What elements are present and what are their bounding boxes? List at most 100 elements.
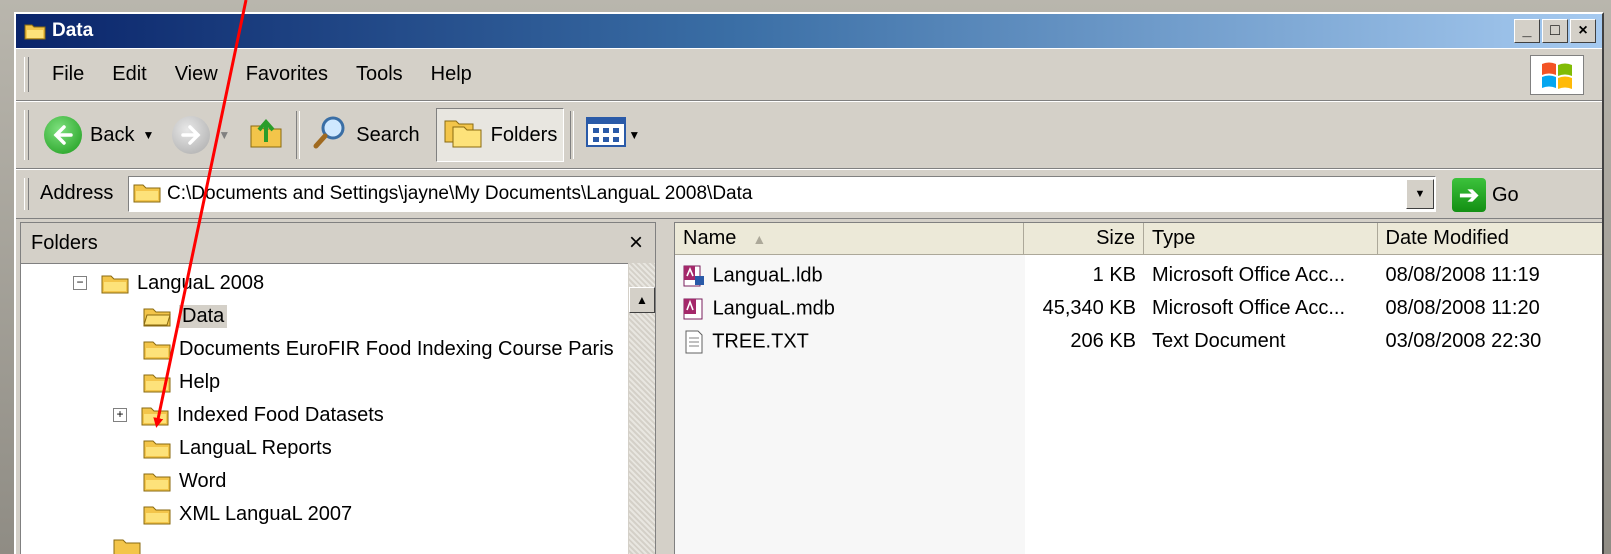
minimize-button[interactable]: _ bbox=[1514, 19, 1540, 43]
file-name-cell: LanguaL.mdb bbox=[675, 297, 1024, 321]
file-size: 1 KB bbox=[1092, 264, 1136, 286]
scroll-up-icon[interactable]: ▲ bbox=[629, 287, 655, 313]
folders-button[interactable]: Folders bbox=[435, 108, 565, 162]
file-name: TREE.TXT bbox=[712, 329, 809, 352]
views-icon bbox=[586, 117, 627, 153]
window-controls: _ □ × bbox=[1514, 19, 1596, 43]
file-name-cell: LanguaL.ldb bbox=[675, 264, 1024, 288]
column-header-date[interactable]: Date Modified bbox=[1377, 223, 1602, 255]
up-folder-button[interactable] bbox=[242, 108, 290, 162]
address-label: Address bbox=[40, 182, 114, 204]
toolbar-grip[interactable] bbox=[24, 57, 29, 92]
back-label: Back bbox=[90, 123, 135, 146]
search-button[interactable]: Search bbox=[306, 108, 425, 162]
tree-item[interactable]: + Indexed Food Datasets bbox=[113, 399, 384, 431]
folder-icon bbox=[113, 536, 141, 554]
go-arrow-icon: ➔ bbox=[1452, 178, 1486, 212]
back-dropdown-icon[interactable]: ▼ bbox=[142, 128, 154, 142]
folder-icon bbox=[143, 470, 171, 492]
title-bar[interactable]: Data _ □ × bbox=[16, 14, 1602, 48]
tree-item-label: Documents EuroFIR Food Indexing Course P… bbox=[179, 337, 614, 360]
column-header-type[interactable]: Type bbox=[1144, 223, 1378, 255]
tree-item-label: Indexed Food Datasets bbox=[177, 403, 384, 426]
expand-icon[interactable]: + bbox=[113, 408, 127, 422]
folders-pane-header: Folders × bbox=[21, 223, 655, 264]
tree-item-label: LanguaL 2008 bbox=[137, 271, 265, 294]
sort-ascending-icon: ▲ bbox=[752, 230, 767, 247]
column-label: Type bbox=[1152, 227, 1196, 249]
folder-tree: − LanguaL 2008 Data Documents EuroFIR Fo… bbox=[21, 263, 631, 554]
file-date: 08/08/2008 11:20 bbox=[1385, 297, 1540, 319]
table-row[interactable]: LanguaL.ldb 1 KB Microsoft Office Acc...… bbox=[675, 259, 1602, 292]
views-dropdown-icon[interactable]: ▼ bbox=[628, 128, 640, 142]
tree-item-partial[interactable] bbox=[113, 531, 149, 554]
menu-help[interactable]: Help bbox=[417, 63, 486, 86]
file-name: LanguaL.mdb bbox=[712, 296, 835, 319]
tree-item[interactable]: Word bbox=[143, 465, 226, 497]
toolbar-grip[interactable] bbox=[24, 178, 29, 210]
folders-pane: Folders × − LanguaL 2008 Data Documents … bbox=[20, 222, 656, 554]
tree-item[interactable]: XML LanguaL 2007 bbox=[143, 498, 352, 530]
folder-icon bbox=[141, 404, 169, 426]
folder-icon bbox=[143, 503, 171, 525]
file-size: 45,340 KB bbox=[1042, 297, 1136, 319]
menu-file[interactable]: File bbox=[38, 63, 98, 86]
folder-icon bbox=[143, 338, 171, 360]
folder-icon bbox=[101, 272, 129, 294]
folders-icon bbox=[443, 115, 483, 155]
forward-button[interactable]: ▼ bbox=[166, 108, 242, 162]
tree-item[interactable]: LanguaL Reports bbox=[143, 432, 332, 464]
table-row[interactable]: LanguaL.mdb 45,340 KB Microsoft Office A… bbox=[675, 292, 1602, 325]
toolbar-separator bbox=[296, 111, 301, 159]
file-date: 03/08/2008 22:30 bbox=[1385, 330, 1542, 352]
tree-item[interactable]: Documents EuroFIR Food Indexing Course P… bbox=[143, 333, 614, 365]
tree-item-label: Data bbox=[179, 304, 228, 328]
menu-favorites[interactable]: Favorites bbox=[232, 63, 342, 86]
file-list-pane: Name ▲ Size Type Date Modified LanguaL.l… bbox=[674, 222, 1602, 554]
address-input[interactable]: C:\Documents and Settings\jayne\My Docum… bbox=[128, 176, 1436, 212]
menu-edit[interactable]: Edit bbox=[98, 63, 160, 86]
windows-logo-icon bbox=[1530, 55, 1584, 95]
up-folder-icon bbox=[248, 114, 284, 156]
views-button[interactable]: ▼ bbox=[580, 108, 652, 162]
table-row[interactable]: TREE.TXT 206 KB Text Document 03/08/2008… bbox=[675, 325, 1602, 358]
open-folder-icon bbox=[143, 305, 171, 327]
column-label: Size bbox=[1096, 227, 1135, 249]
go-button[interactable]: ➔ Go bbox=[1452, 178, 1519, 212]
column-header-name[interactable]: Name ▲ bbox=[675, 223, 1025, 255]
folder-icon bbox=[143, 371, 171, 393]
folder-icon bbox=[133, 181, 161, 208]
search-icon bbox=[312, 114, 348, 156]
forward-dropdown-icon[interactable]: ▼ bbox=[218, 128, 230, 142]
explorer-window: Data _ □ × File Edit View Favorites Tool… bbox=[14, 12, 1604, 554]
column-label: Date Modified bbox=[1385, 227, 1509, 249]
file-date: 08/08/2008 11:19 bbox=[1385, 264, 1540, 286]
close-button[interactable]: × bbox=[1570, 19, 1596, 43]
close-pane-icon[interactable]: × bbox=[629, 229, 643, 257]
tree-item[interactable]: Help bbox=[143, 366, 220, 398]
folder-icon bbox=[24, 22, 46, 40]
back-button[interactable]: Back ▼ bbox=[38, 108, 166, 162]
maximize-button[interactable]: □ bbox=[1542, 19, 1568, 43]
column-header-size[interactable]: Size bbox=[1024, 223, 1144, 255]
file-size: 206 KB bbox=[1070, 330, 1136, 352]
tree-item-label: Help bbox=[179, 370, 221, 393]
tree-item-selected[interactable]: Data bbox=[143, 300, 228, 332]
menu-view[interactable]: View bbox=[161, 63, 232, 86]
tree-item[interactable]: − LanguaL 2008 bbox=[73, 267, 264, 299]
file-name-cell: TREE.TXT bbox=[675, 330, 1024, 354]
toolbar-grip[interactable] bbox=[24, 110, 29, 160]
collapse-icon[interactable]: − bbox=[73, 276, 87, 290]
access-db-icon bbox=[683, 297, 705, 321]
file-name: LanguaL.ldb bbox=[712, 263, 823, 286]
menu-tools[interactable]: Tools bbox=[342, 63, 417, 86]
menu-bar: File Edit View Favorites Tools Help bbox=[16, 48, 1602, 101]
column-headers: Name ▲ Size Type Date Modified bbox=[675, 223, 1602, 255]
folders-scrollbar[interactable]: ▲ bbox=[628, 263, 655, 554]
address-dropdown-icon[interactable]: ▼ bbox=[1406, 179, 1434, 209]
toolbar-separator bbox=[570, 111, 575, 159]
go-label: Go bbox=[1492, 183, 1519, 206]
address-value: C:\Documents and Settings\jayne\My Docum… bbox=[167, 183, 753, 204]
window-title: Data bbox=[52, 20, 94, 41]
file-type: Microsoft Office Acc... bbox=[1152, 297, 1346, 319]
